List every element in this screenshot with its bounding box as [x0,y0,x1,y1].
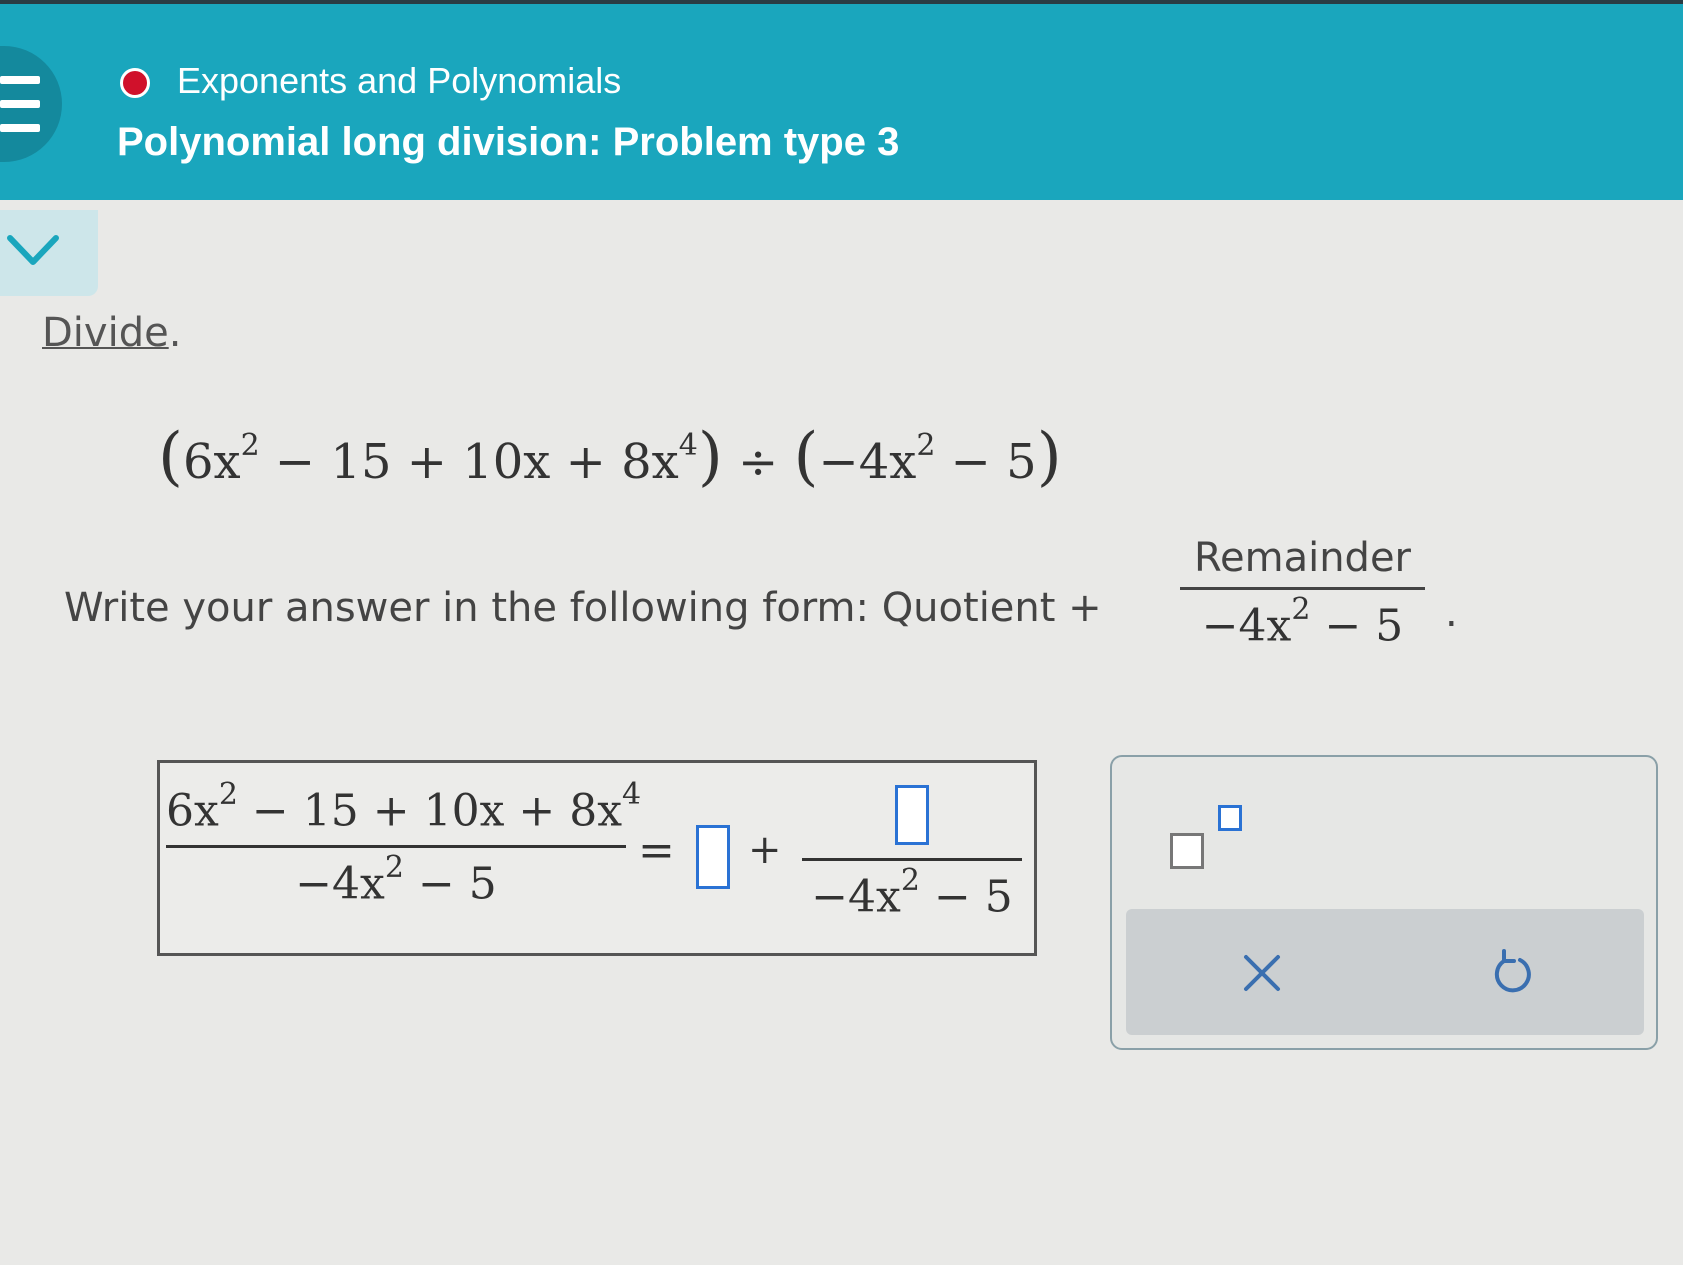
den-term: − 5 [1310,600,1404,652]
exponent: 2 [240,428,260,463]
exponent: 2 [384,849,404,885]
close-icon [1244,955,1280,991]
divide-sign: ÷ [722,434,794,490]
problem-expression: (6x2 − 15 + 10x + 8x4) ÷ (−4x2 − 5) [158,420,1062,494]
header-bar: Exponents and Polynomials Polynomial lon… [0,0,1683,200]
open-paren: ( [793,420,819,494]
term-neg4x: −4x [818,434,917,490]
rhs-numerator [802,785,1022,861]
den-term: −4x [811,871,901,923]
remainder-input[interactable] [895,785,929,845]
exponent: 2 [1291,592,1311,627]
superscript-box-icon [1218,805,1242,831]
clear-button[interactable] [1234,945,1290,1001]
close-paren: ) [1036,420,1062,494]
equals-sign: = [638,825,675,876]
instruction: Divide. [42,310,181,356]
keypad-action-bar [1126,909,1644,1035]
num-term: − 15 + 10x + 8x [237,785,623,837]
menu-icon-bar [0,124,40,132]
lhs-fraction: 6x2 − 15 + 10x + 8x4 −4x2 − 5 [166,777,641,910]
quotient-input[interactable] [696,825,730,889]
status-dot-icon [120,68,150,98]
term-minus5: − 5 [935,434,1037,490]
topic-label: Exponents and Polynomials [177,60,622,101]
den-term: −4x [1201,600,1292,652]
collapse-button[interactable] [0,210,98,296]
page-title: Polynomial long division: Problem type 3 [117,120,900,164]
rhs-fraction: −4x2 − 5 [802,785,1022,923]
den-term: −4x [295,858,385,910]
exponent-button[interactable] [1170,805,1260,875]
chevron-down-icon [7,235,59,265]
open-paren: ( [158,420,183,494]
exponent: 2 [916,428,936,463]
terms: − 15 + 10x + 8x [259,434,679,490]
exponent: 2 [218,777,238,812]
answer-area: 6x2 − 15 + 10x + 8x4 −4x2 − 5 = + −4x2 −… [157,760,1037,956]
divide-glossary-link[interactable]: Divide [42,310,169,356]
num-term: 6x [166,785,219,837]
menu-icon-bar [0,100,40,108]
menu-icon [0,76,40,84]
form-fraction: Remainder −4x2 − 5 [1180,535,1425,652]
superscript-template-icon [1170,833,1204,869]
close-paren: ) [697,420,723,494]
plus-sign: + [748,827,782,873]
form-instruction: Write your answer in the following form:… [64,585,1102,631]
exponent: 4 [678,428,698,463]
rhs-denominator: −4x2 − 5 [802,861,1022,923]
term-6x: 6x [182,434,241,490]
menu-button[interactable] [0,46,62,162]
den-term: − 5 [919,871,1013,923]
undo-icon [1494,949,1531,993]
exponent: 4 [622,777,642,812]
form-period: . [1445,590,1458,636]
exponent: 2 [900,863,920,898]
instruction-period: . [168,310,182,356]
form-numerator: Remainder [1180,535,1425,590]
den-term: − 5 [403,858,497,910]
math-keypad [1110,755,1658,1050]
lhs-numerator: 6x2 − 15 + 10x + 8x4 [166,777,641,848]
lhs-denominator: −4x2 − 5 [166,848,626,910]
form-denominator: −4x2 − 5 [1180,590,1425,652]
undo-button[interactable] [1484,945,1540,1001]
